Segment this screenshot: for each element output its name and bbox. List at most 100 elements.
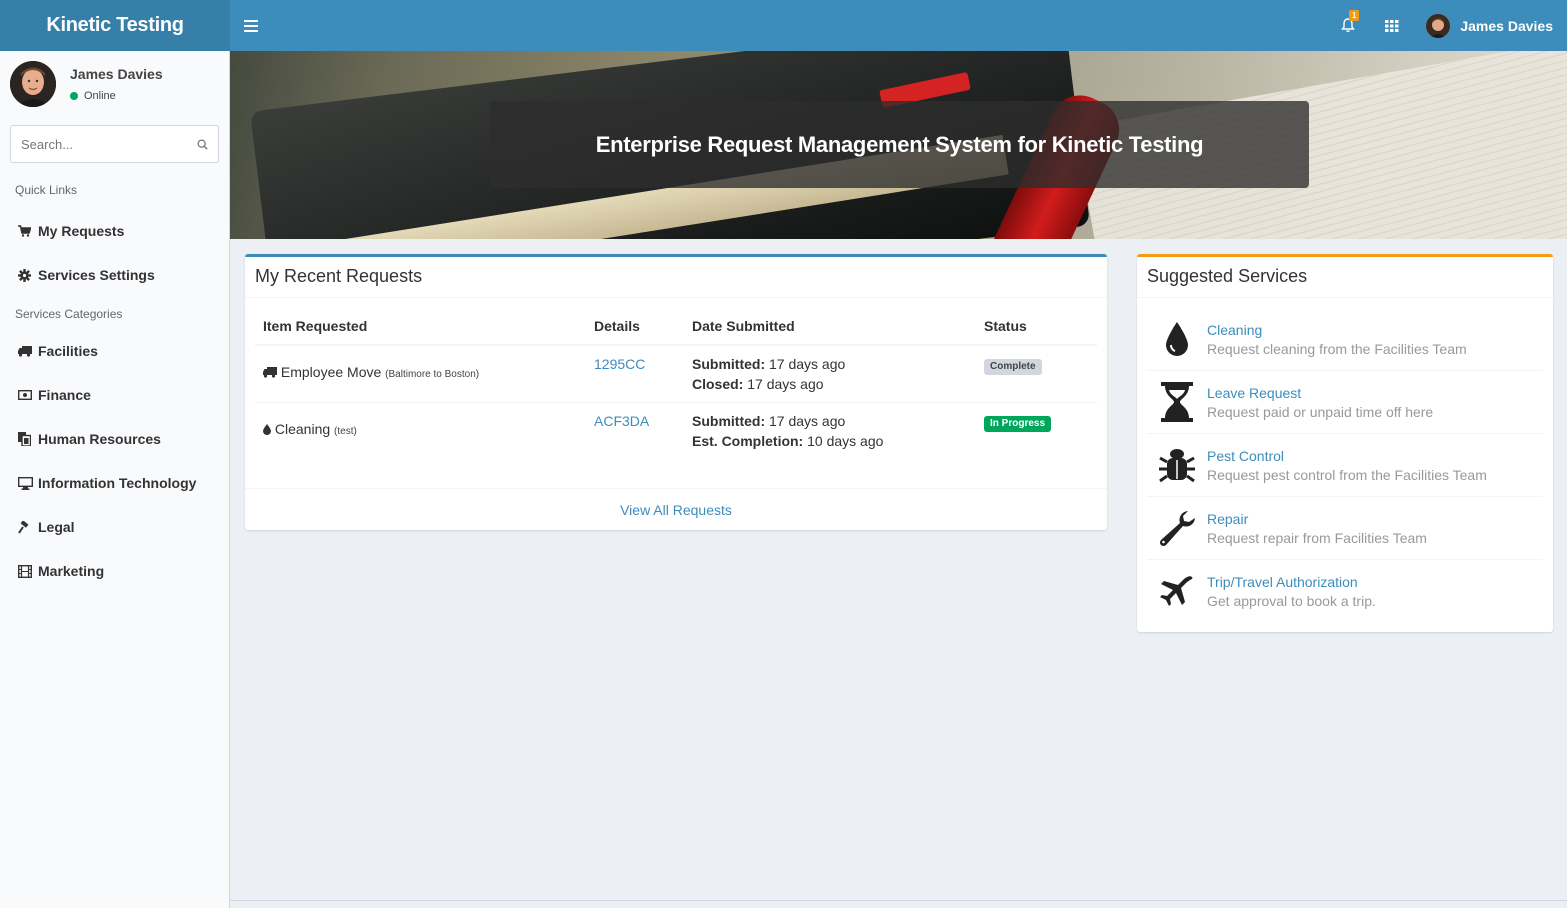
service-title[interactable]: Repair	[1207, 511, 1427, 527]
sidebar-user-name: James Davies	[70, 66, 163, 82]
sidebar-toggle-icon[interactable]	[244, 19, 258, 32]
truck-icon	[18, 344, 34, 358]
date-cell: Submitted: 17 days ago Est. Completion: …	[684, 402, 976, 460]
details-cell: 1295CC	[586, 344, 684, 403]
recent-requests-footer: View All Requests	[245, 488, 1107, 530]
sidebar-item-marketing[interactable]: Marketing	[0, 549, 229, 593]
service-description: Request repair from Facilities Team	[1207, 529, 1427, 546]
money-icon	[18, 388, 34, 402]
request-id-link[interactable]: 1295CC	[594, 356, 645, 372]
item-requested-cell: Cleaning (test)	[255, 402, 586, 460]
avatar	[10, 61, 56, 107]
status-badge: In Progress	[984, 416, 1052, 432]
column-header: Item Requested	[255, 308, 586, 346]
user-panel: James Davies Online	[0, 51, 229, 117]
suggested-services-list: Cleaning Request cleaning from the Facil…	[1137, 298, 1553, 623]
date-cell: Submitted: 17 days ago Closed: 17 days a…	[684, 344, 976, 403]
service-item-trip-travel-authorization[interactable]: Trip/Travel Authorization Get approval t…	[1147, 560, 1543, 623]
sidebar-item-label: Legal	[38, 519, 75, 535]
sidebar-item-information-technology[interactable]: Information Technology	[0, 461, 229, 505]
gear-icon	[18, 268, 34, 282]
online-status-icon	[70, 92, 78, 100]
service-item-repair[interactable]: Repair Request repair from Facilities Te…	[1147, 497, 1543, 560]
column-header: Details	[586, 308, 684, 346]
date-label: Submitted:	[692, 356, 766, 372]
sidebar-item-label: Facilities	[38, 343, 98, 359]
item-note: (Baltimore to Boston)	[385, 369, 480, 380]
wrench-icon	[1157, 508, 1197, 548]
sidebar: James Davies Online Quick Links My Reque…	[0, 51, 230, 908]
sidebar-item-finance[interactable]: Finance	[0, 373, 229, 417]
gavel-icon	[18, 520, 34, 534]
sidebar-item-label: Finance	[38, 387, 91, 403]
footer-divider	[230, 900, 1567, 901]
sidebar-item-facilities[interactable]: Facilities	[0, 329, 229, 373]
recent-requests-title: My Recent Requests	[245, 257, 1107, 298]
search-input[interactable]	[21, 136, 197, 152]
apps-grid-icon[interactable]	[1372, 0, 1412, 51]
item-name: Cleaning	[274, 421, 331, 437]
view-all-requests-link[interactable]: View All Requests	[620, 502, 732, 518]
top-navbar: Kinetic Testing 1 James Davies	[0, 0, 1567, 51]
date-value: 17 days ago	[769, 413, 846, 429]
recent-requests-table: Item Requested Details Date Submitted St…	[255, 308, 1097, 460]
service-title[interactable]: Pest Control	[1207, 448, 1487, 464]
hero-banner-image: Enterprise Request Management System for…	[230, 51, 1567, 239]
notifications-button[interactable]: 1	[1328, 0, 1368, 51]
user-menu[interactable]: James Davies	[1426, 13, 1553, 38]
hourglass-icon	[1157, 382, 1197, 422]
user-menu-name: James Davies	[1460, 17, 1553, 34]
shopping-cart-icon	[18, 224, 34, 238]
table-row: Employee Move (Baltimore to Boston) 1295…	[255, 344, 1097, 403]
recent-requests-box: My Recent Requests Item Requested Detail…	[245, 254, 1107, 530]
service-title[interactable]: Cleaning	[1207, 322, 1467, 338]
suggested-services-title: Suggested Services	[1137, 257, 1553, 298]
droplet-icon	[1157, 319, 1197, 359]
navbar-right: 1 James Davies	[1328, 0, 1567, 51]
service-description: Request cleaning from the Facilities Tea…	[1207, 340, 1467, 357]
status-badge: Complete	[984, 359, 1042, 375]
service-title[interactable]: Leave Request	[1207, 385, 1433, 401]
hero-title: Enterprise Request Management System for…	[595, 131, 1204, 157]
service-description: Request pest control from the Facilities…	[1207, 466, 1487, 483]
date-value: 17 days ago	[769, 356, 846, 372]
sidebar-item-services-settings[interactable]: Services Settings	[0, 253, 229, 297]
user-status: Online	[70, 90, 163, 102]
plane-icon	[1157, 572, 1197, 612]
sidebar-item-label: Marketing	[38, 563, 105, 579]
date-value: 10 days ago	[807, 433, 884, 449]
service-description: Get approval to book a trip.	[1207, 593, 1376, 609]
sidebar-item-legal[interactable]: Legal	[0, 505, 229, 549]
quick-links-header: Quick Links	[15, 183, 78, 197]
date-label: Est. Completion:	[692, 433, 804, 449]
sidebar-item-label: Information Technology	[38, 475, 197, 491]
files-icon	[18, 432, 34, 446]
item-requested-cell: Employee Move (Baltimore to Boston)	[255, 344, 586, 403]
service-title[interactable]: Trip/Travel Authorization	[1207, 574, 1376, 590]
service-item-pest-control[interactable]: Pest Control Request pest control from t…	[1147, 434, 1543, 497]
status-cell: In Progress	[976, 402, 1097, 460]
sidebar-item-label: Services Settings	[38, 267, 155, 283]
sidebar-item-human-resources[interactable]: Human Resources	[0, 417, 229, 461]
service-item-leave-request[interactable]: Leave Request Request paid or unpaid tim…	[1147, 371, 1543, 434]
search-icon[interactable]	[197, 138, 208, 151]
droplet-icon	[263, 424, 271, 435]
table-row: Cleaning (test) ACF3DA Submitted: 17 day…	[255, 402, 1097, 460]
notification-count-badge: 1	[1348, 10, 1360, 21]
status-text: Online	[84, 90, 116, 102]
column-header: Date Submitted	[684, 308, 976, 346]
sidebar-item-label: Human Resources	[38, 431, 161, 447]
column-header: Status	[976, 308, 1097, 346]
request-id-link[interactable]: ACF3DA	[594, 413, 649, 429]
date-label: Submitted:	[692, 413, 766, 429]
bug-icon	[1157, 445, 1197, 485]
service-item-cleaning[interactable]: Cleaning Request cleaning from the Facil…	[1147, 308, 1543, 371]
sidebar-item-label: My Requests	[38, 223, 125, 239]
sidebar-item-my-requests[interactable]: My Requests	[0, 209, 229, 253]
service-description: Request paid or unpaid time off here	[1207, 403, 1434, 420]
hero-title-panel: Enterprise Request Management System for…	[490, 101, 1309, 188]
brand-logo[interactable]: Kinetic Testing	[0, 0, 230, 51]
avatar	[1426, 13, 1451, 38]
item-note: (test)	[334, 426, 357, 437]
sidebar-search	[10, 125, 219, 163]
